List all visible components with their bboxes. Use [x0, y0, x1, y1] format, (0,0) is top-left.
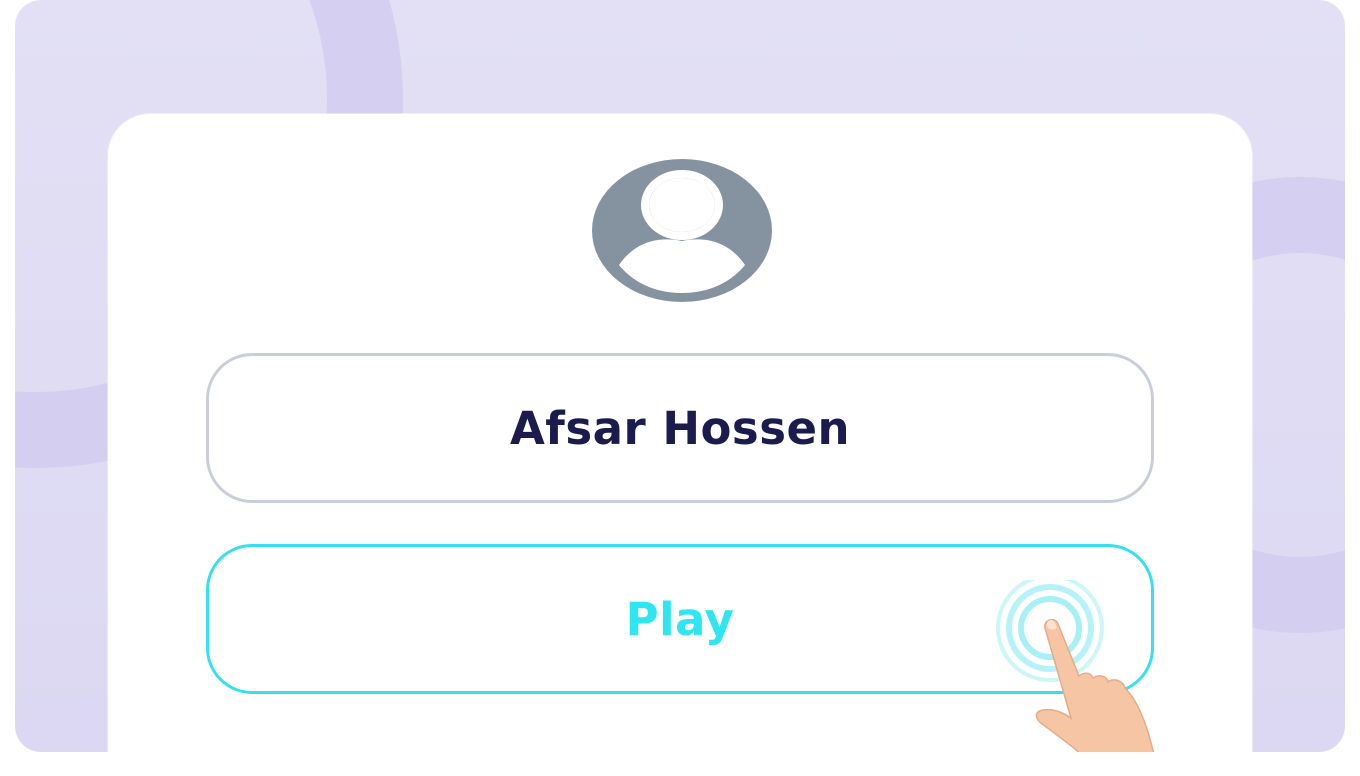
background-panel: Afsar Hossen Play — [15, 0, 1345, 752]
player-name-field[interactable]: Afsar Hossen — [206, 353, 1154, 503]
user-avatar-icon — [592, 159, 772, 302]
player-name-text: Afsar Hossen — [509, 401, 851, 455]
tap-hand-icon — [996, 580, 1155, 752]
play-button-label: Play — [625, 592, 735, 646]
